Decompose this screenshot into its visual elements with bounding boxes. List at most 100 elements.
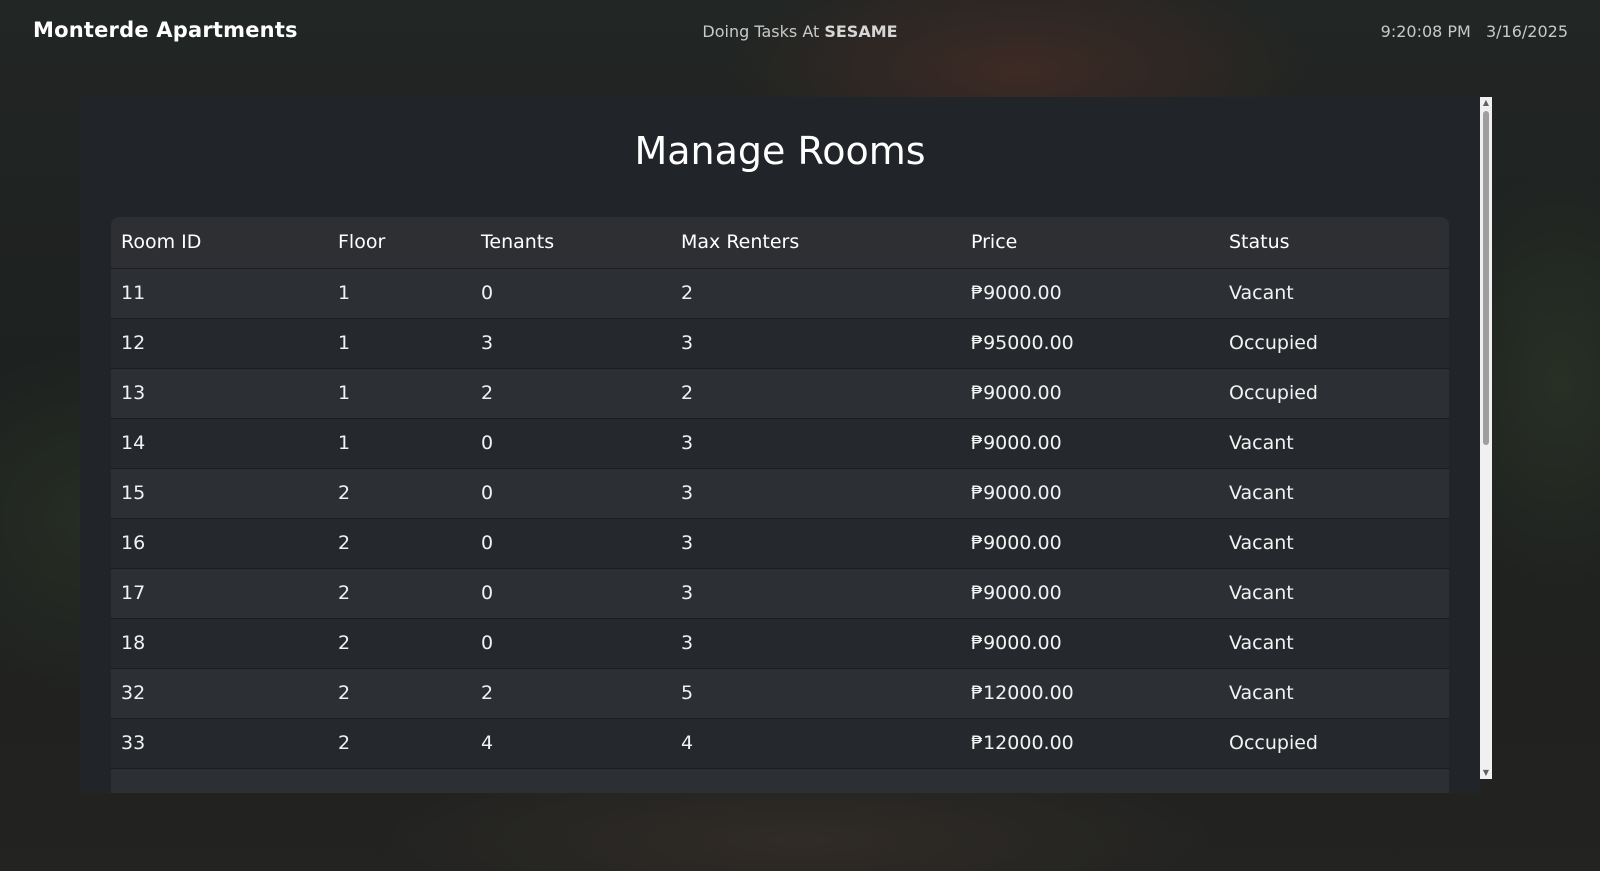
status-prefix: Doing Tasks At (702, 22, 820, 41)
cell-room-id: 32 (111, 667, 328, 718)
table-row[interactable]: 18 2 0 3 ₱9000.00 Vacant (111, 617, 1449, 668)
table-row[interactable]: 11 1 0 2 ₱9000.00 Vacant (111, 267, 1449, 318)
status-location: SESAME (824, 22, 898, 41)
cell-price (961, 767, 1219, 793)
cell-tenants: 0 (471, 267, 671, 318)
cell-floor: 2 (328, 567, 471, 618)
cell-status: Vacant (1219, 267, 1449, 318)
cell-max-renters: 2 (671, 267, 961, 318)
cell-status: Vacant (1219, 667, 1449, 718)
scroll-down-arrow-icon[interactable]: ▼ (1480, 767, 1492, 779)
cell-max-renters: 3 (671, 567, 961, 618)
column-header-price: Price (971, 231, 1018, 254)
table-row[interactable]: 14 1 0 3 ₱9000.00 Vacant (111, 417, 1449, 468)
cell-price: ₱9000.00 (961, 267, 1219, 318)
panel-scrollbar[interactable]: ▲ ▼ (1480, 97, 1492, 779)
cell-price: ₱9000.00 (961, 517, 1219, 568)
cell-floor: 2 (328, 617, 471, 668)
cell-max-renters: 2 (671, 367, 961, 418)
cell-floor: 1 (328, 417, 471, 468)
cell-floor: 1 (328, 267, 471, 318)
column-header-floor: Floor (338, 231, 386, 254)
clock: 9:20:08 PM 3/16/2025 (1381, 22, 1568, 41)
cell-status: Occupied (1219, 367, 1449, 418)
cell-price: ₱9000.00 (961, 417, 1219, 468)
cell-status: Vacant (1219, 517, 1449, 568)
table-row[interactable]: 17 2 0 3 ₱9000.00 Vacant (111, 567, 1449, 618)
current-task-status: Doing Tasks At SESAME (0, 22, 1600, 41)
cell-max-renters: 3 (671, 467, 961, 518)
cell-floor: 1 (328, 317, 471, 368)
cell-room-id: 12 (111, 317, 328, 368)
cell-max-renters: 3 (671, 317, 961, 368)
cell-status: Occupied (1219, 317, 1449, 368)
column-header-status: Status (1229, 231, 1290, 254)
table-row[interactable]: 13 1 2 2 ₱9000.00 Occupied (111, 367, 1449, 418)
column-header-room-id: Room ID (121, 231, 202, 254)
cell-floor: 2 (328, 517, 471, 568)
table-body: 11 1 0 2 ₱9000.00 Vacant 12 1 3 3 ₱95000.00 Occupie… (111, 267, 1449, 793)
cell-status: Vacant (1219, 567, 1449, 618)
cell-floor (328, 767, 471, 793)
cell-tenants: 4 (471, 717, 671, 768)
rooms-table-container: Room ID Floor Tenants Max Renters Price … (111, 217, 1449, 793)
cell-price: ₱95000.00 (961, 317, 1219, 368)
clock-time: 9:20:08 PM (1380, 22, 1471, 41)
cell-price: ₱9000.00 (961, 467, 1219, 518)
cell-floor: 1 (328, 367, 471, 418)
cell-price: ₱12000.00 (961, 667, 1219, 718)
cell-room-id: 17 (111, 567, 328, 618)
cell-status: Occupied (1219, 717, 1449, 768)
cell-tenants: 2 (471, 367, 671, 418)
column-header-max-renters: Max Renters (681, 231, 800, 254)
cell-tenants: 0 (471, 417, 671, 468)
cell-tenants: 0 (471, 517, 671, 568)
top-bar: Monterde Apartments Doing Tasks At SESAM… (0, 0, 1600, 66)
cell-price: ₱12000.00 (961, 717, 1219, 768)
table-row[interactable]: 12 1 3 3 ₱95000.00 Occupied (111, 317, 1449, 368)
table-row[interactable]: 16 2 0 3 ₱9000.00 Vacant (111, 517, 1449, 568)
cell-max-renters: 3 (671, 417, 961, 468)
cell-status (1219, 767, 1449, 793)
table-row[interactable]: 15 2 0 3 ₱9000.00 Vacant (111, 467, 1449, 518)
cell-room-id: 14 (111, 417, 328, 468)
cell-max-renters: 5 (671, 667, 961, 718)
cell-room-id (111, 767, 328, 793)
cell-price: ₱9000.00 (961, 567, 1219, 618)
cell-tenants: 0 (471, 467, 671, 518)
clock-date: 3/16/2025 (1485, 22, 1568, 41)
cell-room-id: 18 (111, 617, 328, 668)
page-title: Manage Rooms (634, 129, 926, 173)
cell-room-id: 13 (111, 367, 328, 418)
column-header-tenants: Tenants (481, 231, 555, 254)
scrollbar-thumb[interactable] (1483, 111, 1489, 445)
cell-price: ₱9000.00 (961, 617, 1219, 668)
cell-tenants: 2 (471, 667, 671, 718)
cell-max-renters: 4 (671, 717, 961, 768)
cell-max-renters: 3 (671, 517, 961, 568)
table-row[interactable] (111, 767, 1449, 793)
cell-status: Vacant (1219, 617, 1449, 668)
cell-room-id: 33 (111, 717, 328, 768)
cell-floor: 2 (328, 467, 471, 518)
table-header-row: Room ID Floor Tenants Max Renters Price … (111, 217, 1449, 268)
cell-floor: 2 (328, 667, 471, 718)
cell-tenants: 0 (471, 617, 671, 668)
cell-status: Vacant (1219, 467, 1449, 518)
cell-tenants: 3 (471, 317, 671, 368)
cell-max-renters: 3 (671, 617, 961, 668)
scroll-up-arrow-icon[interactable]: ▲ (1480, 97, 1492, 109)
cell-tenants: 0 (471, 567, 671, 618)
cell-floor: 2 (328, 717, 471, 768)
cell-price: ₱9000.00 (961, 367, 1219, 418)
cell-status: Vacant (1219, 417, 1449, 468)
cell-tenants (471, 767, 671, 793)
table-row[interactable]: 32 2 2 5 ₱12000.00 Vacant (111, 667, 1449, 718)
table-header: Room ID Floor Tenants Max Renters Price … (111, 217, 1449, 268)
cell-room-id: 11 (111, 267, 328, 318)
manage-rooms-panel[interactable]: Manage Rooms Room ID Floor Tenants Max R… (80, 97, 1480, 793)
rooms-table: Room ID Floor Tenants Max Renters Price … (111, 217, 1449, 793)
table-row[interactable]: 33 2 4 4 ₱12000.00 Occupied (111, 717, 1449, 768)
cell-max-renters (671, 767, 961, 793)
cell-room-id: 16 (111, 517, 328, 568)
